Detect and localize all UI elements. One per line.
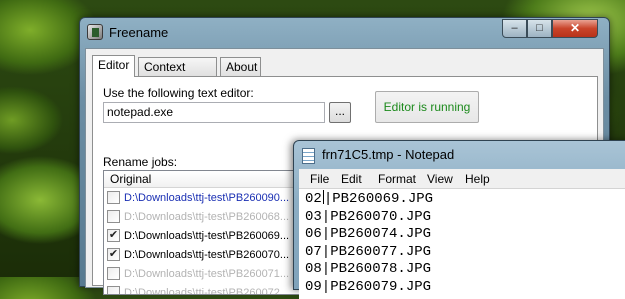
row-path: D:\Downloads\ttj-test\PB260072... bbox=[124, 286, 290, 295]
freename-titlebar[interactable]: Freename – □ ✕ bbox=[80, 18, 609, 47]
row-checkbox[interactable] bbox=[107, 267, 120, 280]
rename-jobs-label: Rename jobs: bbox=[103, 155, 178, 169]
notepad-menubar: File Edit Format View Help bbox=[299, 169, 625, 189]
menu-format[interactable]: Format bbox=[378, 172, 416, 186]
tab-context-menu[interactable]: Context menu bbox=[138, 57, 217, 88]
table-row[interactable]: D:\Downloads\ttj-test\PB260072... bbox=[104, 283, 302, 295]
text-line: 09|PB260079.JPG bbox=[305, 278, 432, 295]
row-checkbox[interactable]: ✔ bbox=[107, 248, 120, 261]
notepad-icon bbox=[302, 148, 315, 164]
minimize-button[interactable]: – bbox=[502, 19, 527, 38]
menu-help[interactable]: Help bbox=[465, 172, 490, 186]
row-path: D:\Downloads\ttj-test\PB260069... bbox=[124, 229, 290, 242]
table-row[interactable]: D:\Downloads\ttj-test\PB260071... bbox=[104, 264, 302, 283]
maximize-button[interactable]: □ bbox=[527, 19, 552, 38]
table-row[interactable]: D:\Downloads\ttj-test\PB260090... bbox=[104, 188, 302, 207]
freename-app-icon bbox=[87, 24, 103, 40]
text-line: 06|PB260074.JPG bbox=[305, 226, 432, 242]
text-line: 08|PB260078.JPG bbox=[305, 261, 432, 277]
editor-status-button[interactable]: Editor is running bbox=[375, 91, 479, 123]
row-checkbox[interactable] bbox=[107, 210, 120, 223]
table-row[interactable]: D:\Downloads\ttj-test\PB260068... bbox=[104, 207, 302, 226]
tab-about[interactable]: About bbox=[220, 57, 261, 76]
column-header-original[interactable]: Original bbox=[104, 171, 302, 188]
browse-button[interactable]: ... bbox=[329, 102, 351, 123]
menu-edit[interactable]: Edit bbox=[341, 172, 362, 186]
text-line: 07|PB260077.JPG bbox=[305, 243, 432, 260]
row-checkbox[interactable] bbox=[107, 191, 120, 204]
text-line: 02 |PB260069.JPG bbox=[305, 190, 625, 209]
close-button[interactable]: ✕ bbox=[552, 19, 598, 38]
row-path: D:\Downloads\ttj-test\PB260090... bbox=[124, 191, 290, 204]
row-path: D:\Downloads\ttj-test\PB260070... bbox=[124, 248, 290, 261]
row-checkbox[interactable] bbox=[107, 286, 120, 294]
menu-view[interactable]: View bbox=[427, 172, 453, 186]
table-row[interactable]: ✔ D:\Downloads\ttj-test\PB260070... bbox=[104, 245, 302, 264]
text-caret bbox=[322, 190, 324, 204]
text-line: 03|PB260070.JPG bbox=[305, 208, 432, 225]
notepad-text-area[interactable]: 02 |PB260069.JPG 03|PB260070.JPG 06|PB260… bbox=[299, 189, 625, 299]
rename-jobs-list[interactable]: Original D:\Downloads\ttj-test\PB260090.… bbox=[103, 170, 303, 295]
line-text: 02 |PB260069.JPG bbox=[305, 190, 434, 207]
notepad-window: frn71C5.tmp - Notepad File Edit Format V… bbox=[293, 140, 625, 299]
window-title: Freename bbox=[109, 25, 169, 40]
row-path: D:\Downloads\ttj-test\PB260071... bbox=[124, 267, 290, 280]
editor-path-input[interactable]: notepad.exe bbox=[103, 102, 325, 123]
row-checkbox[interactable]: ✔ bbox=[107, 229, 120, 242]
editor-label: Use the following text editor: bbox=[103, 86, 254, 100]
row-path: D:\Downloads\ttj-test\PB260068... bbox=[124, 210, 290, 223]
tab-editor[interactable]: Editor bbox=[92, 55, 135, 77]
table-row[interactable]: ✔ D:\Downloads\ttj-test\PB260069... bbox=[104, 226, 302, 245]
menu-file[interactable]: File bbox=[310, 172, 329, 186]
notepad-title: frn71C5.tmp - Notepad bbox=[322, 147, 455, 162]
